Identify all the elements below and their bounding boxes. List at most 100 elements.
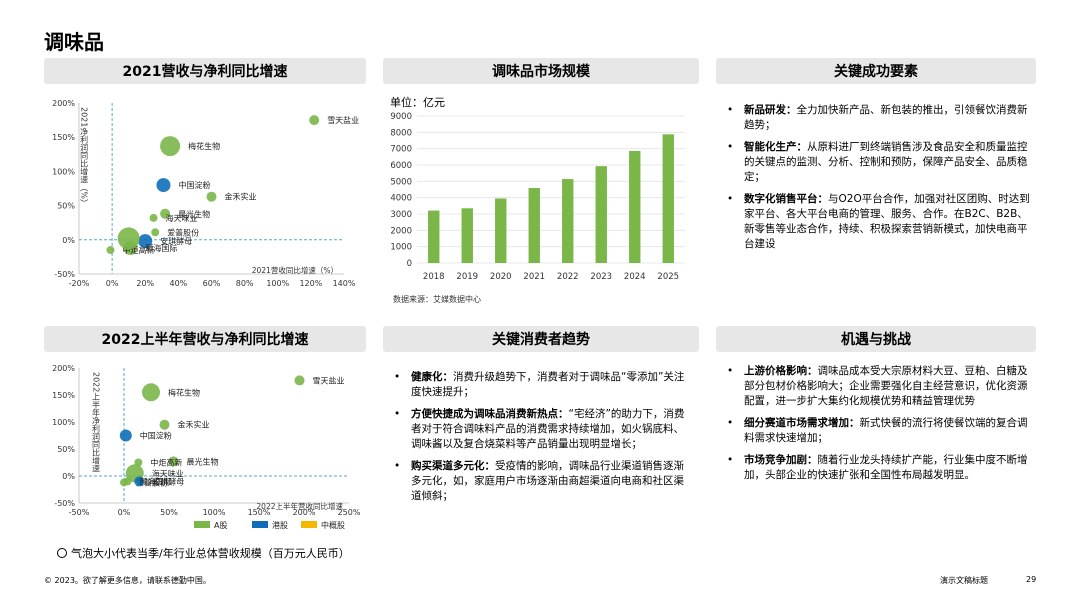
bubble-point [142,383,160,402]
header-revenue-2021: 2021营收与净利同比增速 [44,58,366,84]
opportunities-list: 上游价格影响：调味品成本受大宗原材料大豆、豆粕、白糖及部分包材价格影响大；企业需… [722,364,1030,490]
legend-swatch [252,521,268,528]
bubble-label: 金禾实业 [225,192,257,202]
bubble-label: 中炬高新 [150,458,182,468]
opportunity-item: 市场竞争加剧：随着行业龙头持续扩产能，行业集中度不断增加，头部企业的快速扩张和全… [722,453,1030,483]
bubble-point [160,136,181,157]
bubble-label: 晨光生物 [187,456,219,466]
consumer-trend-item-heading: 健康化： [411,371,453,383]
x-tick-label: 0% [106,279,119,288]
bubble-label: 中国淀粉 [140,431,172,441]
x-tick-label: 120% [299,279,322,288]
y-tick-label: 4000 [390,194,412,204]
consumer-trend-item: 方便快捷成为调味品消费新热点：“宅经济”的助力下，消费者对于符合调味料产品的消费… [389,407,693,452]
x-axis-title: 2022上半年营收同比增速 [256,501,343,511]
legend-label: A股 [214,521,227,530]
consumer-trend-item-heading: 方便快捷成为调味品消费新热点： [411,408,569,420]
opportunity-item-heading: 细分赛道市场需求增加： [744,417,860,429]
bar [461,208,473,263]
consumer-trend-item: 购买渠道多元化：受疫情的影响，调味品行业渠道销售逐渐多元化，如，家庭用户市场逐渐… [389,459,693,504]
success-factor-item: 数字化销售平台：与O2O平台合作，加强对社区团购、时达到家平台、各大平台电商的管… [722,192,1030,252]
bubble-label: 梅花生物 [188,141,220,151]
legend-swatch [301,521,317,528]
y-axis-title: 2021净利润同比增速（%） [80,107,89,207]
opportunity-item-heading: 上游价格影响： [744,365,818,377]
x-tick-label: 100% [266,279,289,288]
legend-swatch [194,521,210,528]
bubble-label: 中国淀粉 [178,180,210,190]
y-axis-title: 2022上半年净利润同比增速 [92,372,101,473]
consumer-trend-item: 健康化：消费升级趋势下，消费者对于调味品“零添加”关注度快速提升； [389,370,693,400]
header-success-factors: 关键成功要素 [716,58,1036,84]
success-factor-item-heading: 数字化销售平台： [744,193,828,205]
y-tick-label: 9000 [390,112,412,122]
y-tick-label: 50% [57,202,75,211]
data-source: 数据来源：艾媒数据中心 [393,295,481,304]
success-factors-list: 新品研发：全力加快新产品、新包装的推出，引领餐饮消费新趋势； 智能化生产：从原料进… [722,103,1030,259]
y-tick-label: 150% [52,391,75,400]
y-tick-label: -50% [54,270,75,279]
header-consumer-trends: 关键消费者趋势 [383,326,699,352]
bubble-point [123,477,132,486]
bubble-label: 金禾实业 [178,420,210,430]
opportunity-item-heading: 市场竞争加剧： [744,454,818,466]
x-tick-label: 80% [236,279,254,288]
consumer-trend-item-heading: 购买渠道多元化： [411,460,495,472]
x-tick-label: 2025 [657,272,679,282]
y-tick-label: 0 [407,259,412,269]
bubble-point [206,191,217,202]
header-revenue-2022h1: 2022上半年营收与净利同比增速 [44,326,366,352]
bubble-point [119,429,132,442]
bubble-label: 颐海国际 [140,476,172,486]
bar [629,150,641,263]
bubble-point [156,178,171,193]
bar-chart-market-size: 0 1000 2000 3000 4000 5000 6000 7000 8000 9000 201… [383,106,699,296]
x-tick-label: 2019 [456,272,478,282]
bar [562,179,574,263]
header-opportunities: 机遇与挑战 [716,326,1036,352]
opportunity-item: 细分赛道市场需求增加：新式快餐的流行将使餐饮端的复合调料需求快速增加； [722,416,1030,446]
bubble-label: 爱普股份 [167,227,199,237]
y-tick-label: 3000 [390,210,412,220]
x-tick-label: 50% [160,508,178,517]
y-tick-label: 6000 [390,161,412,171]
bar [528,188,540,263]
bubble-point [134,458,143,467]
legend-label: 港股 [272,520,288,530]
bar [662,134,674,263]
x-tick-label: 2021 [523,272,545,282]
y-tick-label: 1000 [390,243,412,253]
bubble-point [309,115,320,126]
scatter-chart-2021: -20% 0% 20% 40% 60% 80% 100% 120% 140% -50% 0% 50% 1… [44,92,366,302]
bubble-label: 雪天盐业 [313,375,345,385]
page-title: 调味品 [44,30,104,54]
bubble-label: 海天味业 [166,213,198,223]
bubble-note-text: 气泡大小代表当季/年行业总体营收规模（百万元人民币） [71,547,350,560]
legend-label: 中概股 [321,520,345,530]
bubble-point [149,213,158,222]
y-tick-label: -50% [54,499,75,508]
x-tick-label: 2020 [490,272,512,282]
y-tick-label: 100% [52,418,75,427]
x-tick-label: 100% [203,508,226,517]
y-tick-label: 150% [52,133,75,142]
success-factor-item-heading: 智能化生产： [744,141,807,153]
bar [595,166,607,263]
y-tick-label: 50% [57,445,75,454]
bubble-size-note: 气泡大小代表当季/年行业总体营收规模（百万元人民币） [57,545,350,561]
x-tick-label: 60% [203,279,221,288]
y-tick-label: 7000 [390,145,412,155]
x-tick-label: 2023 [590,272,612,282]
bubble-point [106,246,115,255]
bubble-label: 梅花生物 [168,387,200,397]
bubble-point [294,375,305,386]
bubble-point [151,228,160,237]
footer-title: 演示文稿标题 [940,576,988,585]
opportunity-item: 上游价格影响：调味品成本受大宗原材料大豆、豆粕、白糖及部分包材价格影响大；企业需… [722,364,1030,409]
bubble-point [159,419,170,430]
y-tick-label: 0% [62,472,75,481]
y-tick-label: 0% [62,236,75,245]
consumer-trends-list: 健康化：消费升级趋势下，消费者对于调味品“零添加”关注度快速提升； 方便快捷成为调… [389,370,693,511]
x-tick-label: 140% [333,279,356,288]
success-factor-item: 智能化生产：从原料进厂到终端销售涉及食品安全和质量监控的关键点的监测、分析、控制… [722,140,1030,185]
